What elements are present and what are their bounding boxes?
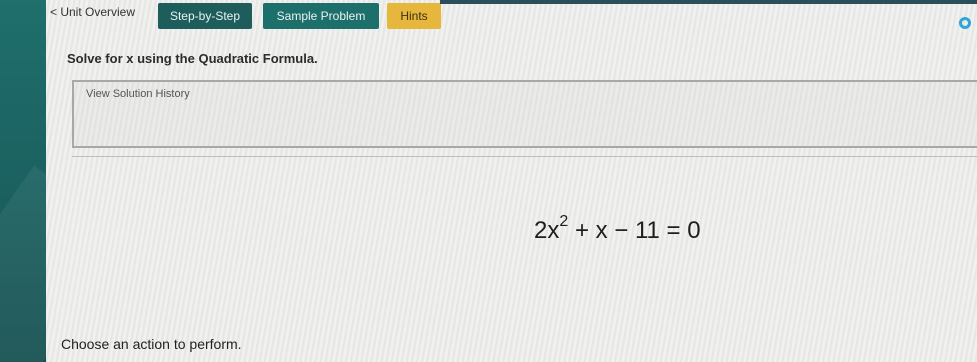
tab-hints[interactable]: Hints [387,3,441,29]
action-prompt: Choose an action to perform. [61,336,242,352]
tab-sample-problem[interactable]: Sample Problem [263,3,379,29]
section-divider [72,156,977,157]
quadratic-equation: 2x2 + x − 11 = 0 [534,213,701,245]
unit-overview-link[interactable]: < Unit Overview [50,5,135,19]
toolbar: < Unit Overview Step-by-Step Sample Prob… [46,0,977,34]
page: < Unit Overview Step-by-Step Sample Prob… [0,0,977,362]
equation-exponent: 2 [559,213,569,230]
solution-history-panel[interactable]: View Solution History [72,80,977,148]
left-sidebar-strip [0,0,46,362]
tab-step-by-step[interactable]: Step-by-Step [158,3,252,29]
equation-remainder: + x − 11 = 0 [574,217,701,244]
problem-prompt: Solve for x using the Quadratic Formula. [67,51,318,66]
equation-leading-term: 2x [534,217,560,244]
progress-ring-icon [959,17,971,29]
top-divider [440,0,977,4]
view-solution-history-link[interactable]: View Solution History [86,88,190,100]
